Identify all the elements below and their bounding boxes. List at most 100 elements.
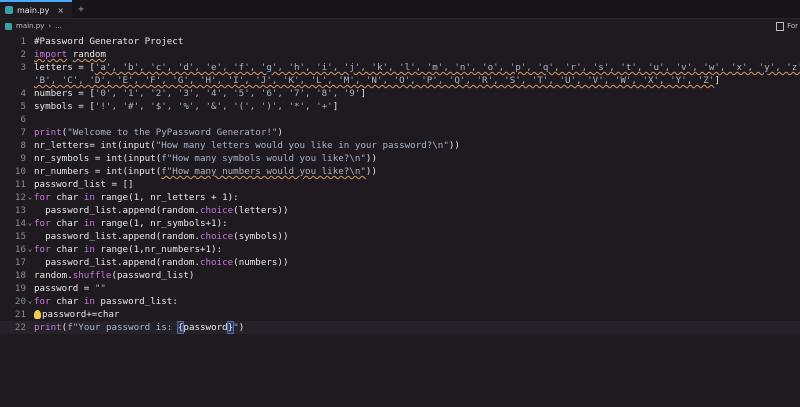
code-token: ] <box>332 101 339 112</box>
breadcrumb: main.py › ... <box>0 19 800 33</box>
python-file-icon <box>5 22 12 30</box>
code-text: for char in range(1, nr_symbols+1): <box>34 217 228 230</box>
code-token: '0', '1', '2', '3', '4', '5', '6', '7', … <box>94 88 361 99</box>
code-token: choice <box>199 205 234 216</box>
code-text: #Password Generator Project <box>34 35 183 48</box>
code-editor[interactable]: 1 #Password Generator Project 2 import rand… <box>0 33 800 334</box>
tab-bar: main.py × + <box>0 0 800 19</box>
code-token: choice <box>199 257 234 268</box>
code-text: password_list = [] <box>34 178 134 191</box>
line-number: 9 <box>20 153 26 164</box>
code-text: password_list.append(random.choice(numbe… <box>34 256 288 269</box>
code-line[interactable]: 19 password = "" <box>0 282 800 295</box>
code-token: range(1, nr_symbols+1): <box>94 218 228 229</box>
code-line[interactable]: 3 letters = ['a', 'b', 'c', 'd', 'e', 'f'… <box>0 61 800 74</box>
code-line[interactable]: 16 ⌄ for char in range(1,nr_numbers+1): <box>0 243 800 256</box>
code-line[interactable]: 7 print("Welcome to the PyPassword Genera… <box>0 126 800 139</box>
code-line[interactable]: 8 nr_letters= int(input("How many letters… <box>0 139 800 152</box>
code-token: import <box>34 49 68 60</box>
code-token: ] <box>714 75 720 86</box>
line-number: 20 <box>14 296 26 307</box>
code-token: nr_numbers = int(input( <box>34 166 162 177</box>
code-text: symbols = ['!', '#', '$', '%', '&', '(',… <box>34 100 338 113</box>
fold-chevron-icon <box>26 126 34 139</box>
code-token: "" <box>94 283 106 294</box>
breadcrumb-more[interactable]: ... <box>55 22 62 30</box>
fold-chevron-icon[interactable]: ⌄ <box>26 191 34 204</box>
fold-chevron-icon <box>26 282 34 295</box>
code-text: letters = ['a', 'b', 'c', 'd', 'e', 'f',… <box>34 61 800 74</box>
code-text: password_list.append(random.choice(symbo… <box>34 230 288 243</box>
code-line[interactable]: 13 password_list.append(random.choice(le… <box>0 204 800 217</box>
code-line[interactable]: 20 ⌄ for char in password_list: <box>0 295 800 308</box>
code-line[interactable]: 17 password_list.append(random.choice(nu… <box>0 256 800 269</box>
fold-chevron-icon[interactable]: ⌄ <box>26 243 34 256</box>
fold-chevron-icon <box>26 139 34 152</box>
fold-chevron-icon <box>26 178 34 191</box>
code-token: letters = [ <box>34 62 95 73</box>
code-line[interactable]: 21 password+=char <box>0 308 800 321</box>
close-icon[interactable]: × <box>57 6 64 15</box>
code-line[interactable]: 15 password_list.append(random.choice(sy… <box>0 230 800 243</box>
code-token: (symbols)) <box>233 231 289 242</box>
code-token: ] <box>360 88 366 99</box>
tab-label: main.py <box>17 5 50 15</box>
code-line[interactable]: 2 import random <box>0 48 800 61</box>
code-token: (numbers)) <box>233 257 289 268</box>
code-token: password_list: <box>94 296 178 307</box>
code-token: for <box>34 244 51 255</box>
code-token: #Password Generator Project <box>34 36 184 47</box>
fold-chevron-icon <box>26 74 34 87</box>
code-line[interactable]: 11 password_list = [] <box>0 178 800 191</box>
code-token: password <box>183 322 228 333</box>
right-panel-label[interactable]: For <box>776 20 800 32</box>
code-line[interactable]: 6 <box>0 113 800 126</box>
fold-chevron-icon <box>26 204 34 217</box>
code-token: print <box>34 127 62 138</box>
code-token: 'a', 'b', 'c', 'd', 'e', 'f', 'g', 'h', … <box>94 62 800 73</box>
fold-chevron-icon <box>26 165 34 178</box>
code-token: char <box>50 296 84 307</box>
code-token: char <box>50 244 84 255</box>
code-text: print("Welcome to the PyPassword Generat… <box>34 126 283 139</box>
code-token: range(1,nr_numbers+1): <box>94 244 223 255</box>
line-number: 5 <box>20 101 26 112</box>
code-line[interactable]: 22 print(f"Your password is: {password}") <box>0 321 800 334</box>
code-token: random <box>72 49 106 60</box>
tab-main-py[interactable]: main.py × <box>0 0 73 18</box>
line-number: 4 <box>20 88 26 99</box>
code-token: (letters)) <box>233 205 289 216</box>
code-token: in <box>83 244 95 255</box>
lightbulb-icon[interactable] <box>34 310 41 319</box>
code-line[interactable]: 9 nr_symbols = int(input(f"How many symbo… <box>0 152 800 165</box>
code-token: )) <box>448 140 460 151</box>
code-line[interactable]: 'B', 'C', 'D', 'E', 'F', 'G', 'H', 'I', … <box>0 74 800 87</box>
code-line[interactable]: 12 ⌄ for char in range(1, nr_letters + 1): <box>0 191 800 204</box>
code-text: import random <box>34 48 106 61</box>
code-line[interactable]: 14 ⌄ for char in range(1, nr_symbols+1): <box>0 217 800 230</box>
code-line[interactable]: 4 numbers = ['0', '1', '2', '3', '4', '5'… <box>0 87 800 100</box>
fold-chevron-icon <box>26 113 34 126</box>
code-token: nr_symbols = int(input( <box>34 153 162 164</box>
new-tab-button[interactable]: + <box>72 0 90 18</box>
code-text: random.shuffle(password_list) <box>34 269 194 282</box>
line-number: 1 <box>20 36 26 47</box>
fold-chevron-icon <box>26 269 34 282</box>
code-text: for char in range(1,nr_numbers+1): <box>34 243 222 256</box>
code-line[interactable]: 5 symbols = ['!', '#', '$', '%', '&', '('… <box>0 100 800 113</box>
code-token: nr_letters= int(input( <box>34 140 156 151</box>
code-token: print <box>34 322 62 333</box>
code-token: password_list.append(random. <box>34 231 200 242</box>
fold-chevron-icon[interactable]: ⌄ <box>26 217 34 230</box>
code-token: password_list = [] <box>34 179 134 190</box>
code-line[interactable]: 1 #Password Generator Project <box>0 35 800 48</box>
code-text: password+=char <box>34 308 119 321</box>
fold-chevron-icon[interactable]: ⌄ <box>26 295 34 308</box>
breadcrumb-file[interactable]: main.py <box>16 22 44 30</box>
code-text: for char in password_list: <box>34 295 178 308</box>
code-line[interactable]: 18 random.shuffle(password_list) <box>0 269 800 282</box>
python-file-icon <box>5 6 13 14</box>
code-token: f"How many symbols would you like?\n" <box>161 153 366 164</box>
code-line[interactable]: 10 nr_numbers = int(input(f"How many numb… <box>0 165 800 178</box>
code-text: password_list.append(random.choice(lette… <box>34 204 288 217</box>
